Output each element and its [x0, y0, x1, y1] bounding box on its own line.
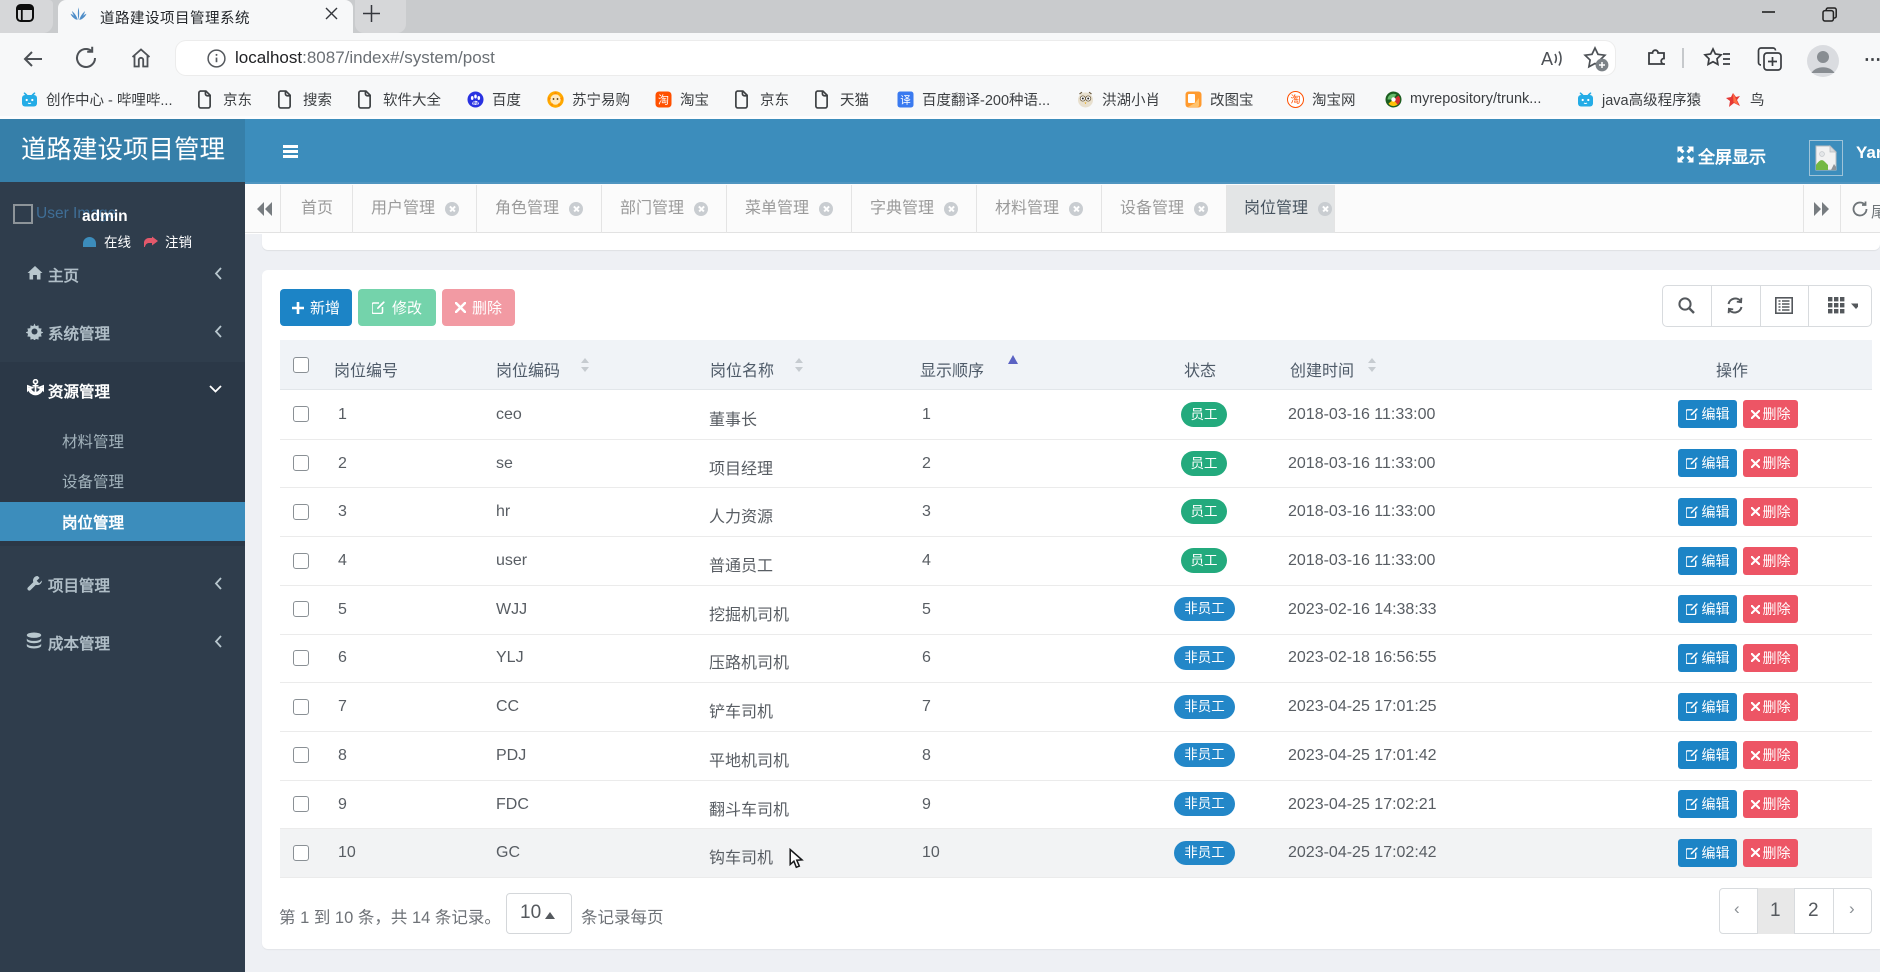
svg-text:淘: 淘	[1291, 93, 1301, 106]
svg-text:译: 译	[900, 94, 911, 106]
svg-text:du: du	[473, 100, 479, 105]
svg-text:淘: 淘	[658, 93, 669, 106]
svg-text:A: A	[1541, 49, 1553, 69]
